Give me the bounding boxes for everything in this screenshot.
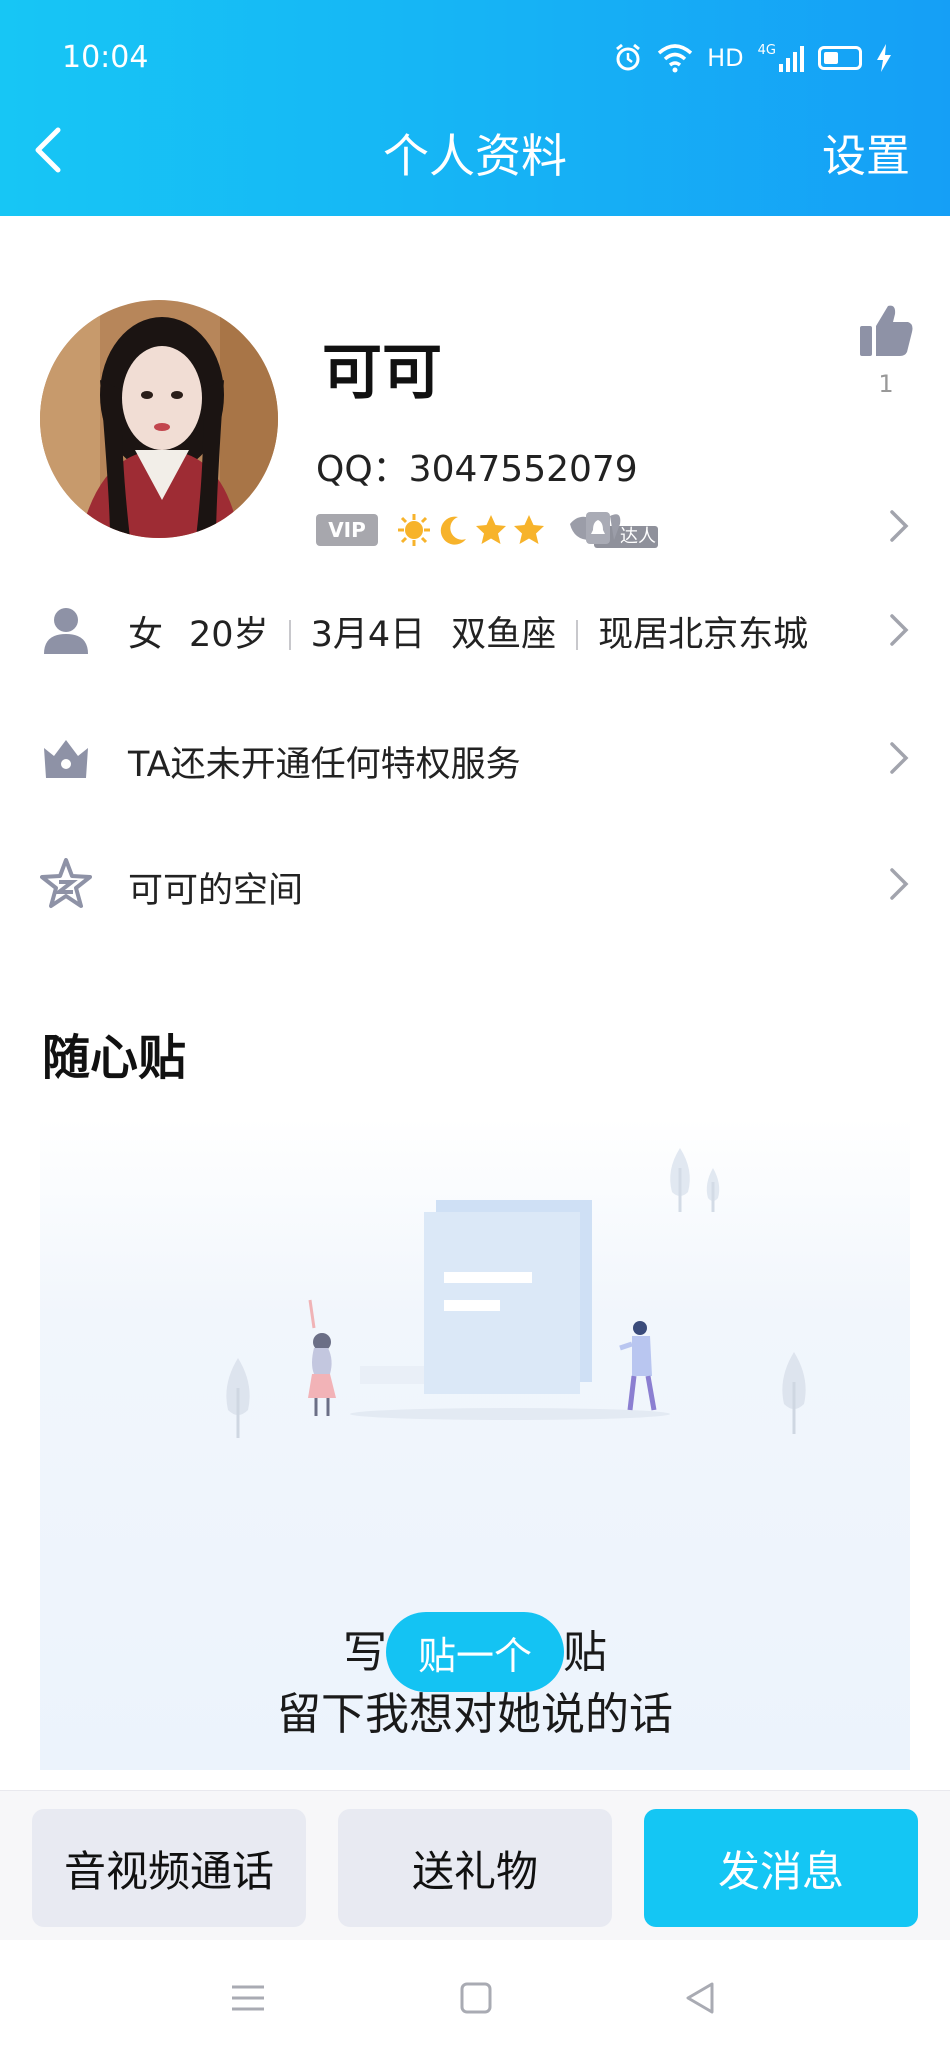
section-title: 随心贴 bbox=[42, 1030, 187, 1086]
daren-label: 达人 bbox=[620, 526, 656, 547]
qq-level-icons bbox=[396, 512, 546, 548]
divider bbox=[576, 620, 579, 650]
status-time: 10:04 bbox=[62, 40, 149, 75]
voice-video-call-button[interactable]: 音视频通话 bbox=[32, 1809, 306, 1927]
qzone-star-icon bbox=[40, 858, 92, 908]
wifi-icon bbox=[657, 44, 693, 73]
qzone-row[interactable]: 可可的空间 bbox=[0, 836, 950, 932]
sun-level-icon bbox=[398, 514, 430, 546]
like-count: 1 bbox=[878, 370, 894, 398]
alarm-icon bbox=[616, 43, 641, 71]
signal-icon: 4G bbox=[758, 44, 804, 72]
moon-level-icon bbox=[440, 516, 466, 545]
avatar-image bbox=[40, 300, 278, 538]
battery-icon bbox=[818, 46, 862, 70]
thumbs-up-icon bbox=[860, 305, 913, 356]
back-nav-icon[interactable] bbox=[680, 1978, 720, 2018]
header-bar: 10:04 HD 4G 个人资料 设置 bbox=[0, 0, 950, 216]
chevron-right-icon bbox=[890, 614, 909, 646]
star-level-icon bbox=[476, 515, 506, 544]
nickname: 可可 bbox=[322, 338, 442, 408]
badges-row[interactable]: VIP 达人 bbox=[316, 508, 660, 552]
vip-badge: VIP bbox=[316, 514, 378, 546]
basic-info-row[interactable]: 女 20岁 3月4日 双鱼座 现居北京东城 bbox=[0, 582, 950, 678]
crown-icon bbox=[44, 740, 88, 778]
network-type: 4G bbox=[757, 43, 776, 58]
empty-notes-illustration bbox=[226, 1148, 806, 1438]
settings-button[interactable]: 设置 bbox=[822, 120, 910, 184]
hd-indicator: HD bbox=[707, 44, 744, 72]
age: 20岁 bbox=[189, 615, 269, 655]
location: 现居北京东城 bbox=[598, 615, 809, 655]
charging-icon bbox=[877, 44, 891, 72]
chevron-right-icon bbox=[890, 742, 909, 774]
bottom-action-bar: 音视频通话 送礼物 发消息 bbox=[0, 1790, 950, 1940]
like-button[interactable]: 1 bbox=[854, 300, 918, 400]
chevron-right-icon[interactable] bbox=[888, 508, 910, 544]
basic-info-text: 女 20岁 3月4日 双鱼座 现居北京东城 bbox=[128, 606, 808, 657]
zodiac: 双鱼座 bbox=[451, 615, 557, 655]
avatar[interactable] bbox=[40, 300, 278, 538]
privilege-row[interactable]: TA还未开通任何特权服务 bbox=[0, 710, 950, 806]
qq-number: QQ：3047552079 bbox=[316, 449, 638, 490]
home-icon[interactable] bbox=[456, 1978, 496, 2018]
page-title: 个人资料 bbox=[383, 129, 567, 183]
post-note-button[interactable]: 贴一个 bbox=[386, 1612, 564, 1692]
divider bbox=[288, 620, 291, 650]
privilege-text: TA还未开通任何特权服务 bbox=[128, 745, 521, 785]
daren-badge: 达人 bbox=[564, 510, 660, 550]
system-nav-bar bbox=[0, 1940, 950, 2058]
qzone-text: 可可的空间 bbox=[128, 871, 304, 911]
chevron-right-icon bbox=[890, 868, 909, 900]
send-message-button[interactable]: 发消息 bbox=[644, 1809, 918, 1927]
status-icons: HD 4G bbox=[613, 38, 892, 78]
menu-icon[interactable] bbox=[228, 1978, 268, 2018]
star-level-icon bbox=[514, 515, 544, 544]
send-gift-button[interactable]: 送礼物 bbox=[338, 1809, 612, 1927]
gender: 女 bbox=[128, 615, 164, 655]
birthday: 3月4日 bbox=[310, 615, 426, 655]
person-icon bbox=[44, 608, 88, 654]
